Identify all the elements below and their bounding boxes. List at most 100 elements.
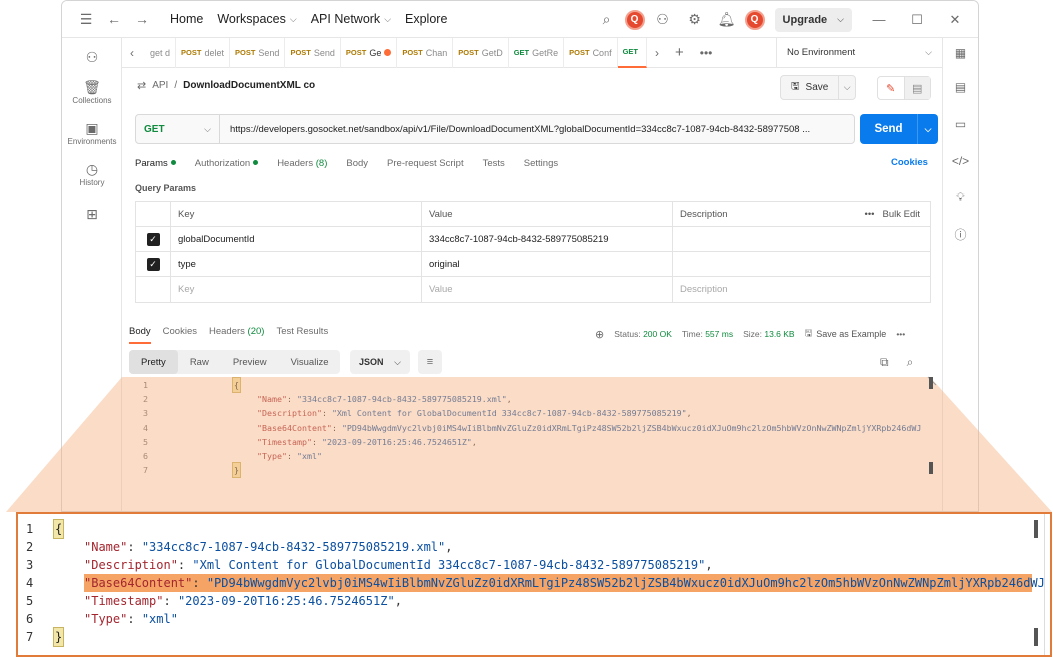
save-dropdown-chevron-icon[interactable]: ⌵ bbox=[839, 82, 855, 93]
forward-arrow-icon[interactable]: → bbox=[128, 11, 156, 27]
lightbulb-icon[interactable]: 💡︎ bbox=[943, 179, 978, 216]
param-value[interactable]: 334cc8c7-1087-94cb-8432-589775085219 bbox=[422, 227, 673, 251]
more-tabs-icon[interactable]: ••• bbox=[692, 46, 721, 60]
back-arrow-icon[interactable]: ← bbox=[100, 11, 128, 27]
globe-icon[interactable]: ⊕ bbox=[595, 328, 604, 341]
json-key: "Timestamp" bbox=[257, 436, 312, 447]
invite-user-icon[interactable]: ⚇ bbox=[649, 6, 677, 34]
explore-link[interactable]: Explore bbox=[405, 12, 447, 26]
upgrade-button[interactable]: Upgrade ⌵ bbox=[774, 7, 852, 32]
tab-pretty[interactable]: Pretty bbox=[129, 350, 178, 374]
send-button[interactable]: Send ⌵ bbox=[860, 114, 938, 144]
tab-request[interactable]: POST Send bbox=[230, 37, 286, 68]
maximize-icon[interactable]: ☐ bbox=[900, 12, 934, 28]
minimize-icon[interactable]: — bbox=[862, 12, 896, 27]
environment-quicklook-icon[interactable]: ▦ bbox=[943, 38, 978, 68]
bell-icon[interactable]: 🔔︎ bbox=[713, 6, 741, 34]
postbot-icon[interactable]: Q bbox=[624, 9, 645, 30]
format-select[interactable]: JSON ⌵ bbox=[350, 350, 410, 374]
close-icon[interactable]: ✕ bbox=[938, 12, 972, 28]
param-description[interactable] bbox=[673, 227, 930, 251]
code-icon[interactable]: </> bbox=[943, 142, 978, 179]
chevron-right-icon[interactable]: › bbox=[647, 46, 667, 60]
new-tab-plus-icon[interactable]: + bbox=[667, 44, 692, 61]
tab-request[interactable]: POST delet bbox=[176, 37, 230, 68]
json-key: "Description" bbox=[257, 408, 322, 419]
tab-test-results[interactable]: Test Results bbox=[276, 326, 328, 344]
comment-icon[interactable]: ▤ bbox=[904, 77, 930, 99]
tab-request-active[interactable]: GET bbox=[617, 37, 647, 68]
unsaved-dot-icon bbox=[384, 49, 392, 56]
key-placeholder[interactable]: Key bbox=[171, 277, 422, 302]
environment-select[interactable]: No Environment ⌵ bbox=[776, 37, 942, 68]
menu-icon[interactable]: ☰ bbox=[72, 11, 100, 28]
comments-icon[interactable]: ▭ bbox=[943, 105, 978, 142]
documentation-icon[interactable]: ▤ bbox=[943, 68, 978, 105]
size-value[interactable]: 13.6 KB bbox=[764, 329, 794, 339]
tab-response-cookies[interactable]: Cookies bbox=[163, 326, 197, 344]
gear-icon[interactable]: ⚙ bbox=[681, 6, 709, 34]
tab-prerequest[interactable]: Pre-request Script bbox=[387, 158, 464, 169]
search-icon[interactable]: ⌕ bbox=[593, 6, 621, 34]
tab-method: POST bbox=[458, 48, 479, 57]
sidebar-item-flows[interactable]: ⊞ bbox=[62, 205, 122, 223]
save-button[interactable]: 🖫 Save ⌵ bbox=[780, 75, 856, 100]
sidebar-item-team[interactable]: ⚇ bbox=[62, 48, 122, 66]
method-select[interactable]: GET ⌵ bbox=[136, 115, 220, 143]
param-key[interactable]: type bbox=[171, 252, 422, 276]
tab-request[interactable]: POST Conf bbox=[564, 37, 618, 68]
tab-visualize[interactable]: Visualize bbox=[279, 350, 341, 374]
param-value[interactable]: original bbox=[422, 252, 673, 276]
param-key[interactable]: globalDocumentId bbox=[171, 227, 422, 251]
avatar[interactable]: Q bbox=[744, 9, 765, 30]
tab-params[interactable]: Params bbox=[135, 158, 176, 169]
tab-authorization[interactable]: Authorization bbox=[195, 158, 259, 169]
tab-request[interactable]: POST GetD bbox=[453, 37, 509, 68]
time-value[interactable]: 557 ms bbox=[705, 329, 733, 339]
tab-headers[interactable]: Headers (8) bbox=[277, 158, 327, 169]
response-code-editor[interactable]: 1{ 2 "Name": "334cc8c7-1087-94cb-8432-589… bbox=[122, 376, 944, 511]
tab-raw[interactable]: Raw bbox=[178, 350, 221, 374]
row-checkbox[interactable]: ✓ bbox=[146, 232, 160, 246]
tab-response-body[interactable]: Body bbox=[129, 326, 151, 344]
copy-icon[interactable]: ⧉ bbox=[880, 355, 889, 370]
tab-request[interactable]: GET GetRe bbox=[509, 37, 565, 68]
save-as-example-button[interactable]: 🖫 Save as Example bbox=[805, 326, 887, 342]
api-network-menu[interactable]: API Network ⌵ bbox=[311, 12, 391, 26]
tab-request[interactable]: POST Chan bbox=[397, 37, 454, 68]
tab-label: Ge bbox=[369, 47, 382, 58]
pencil-icon[interactable]: ✎ bbox=[878, 77, 905, 99]
wrap-lines-icon[interactable]: ≡ bbox=[418, 350, 442, 374]
home-link[interactable]: Home bbox=[170, 12, 203, 26]
sidebar-item-collections[interactable]: 🗑︎ Collections bbox=[62, 78, 122, 105]
status-value[interactable]: 200 OK bbox=[643, 329, 672, 339]
send-dropdown-chevron-icon[interactable]: ⌵ bbox=[918, 124, 938, 135]
tab-response-headers[interactable]: Headers (20) bbox=[209, 326, 264, 344]
row-checkbox[interactable]: ✓ bbox=[146, 257, 160, 271]
tab-tests[interactable]: Tests bbox=[483, 158, 505, 169]
scrollbar-thumb[interactable] bbox=[1034, 628, 1038, 646]
tab-request[interactable]: get d bbox=[142, 37, 177, 68]
line-number: 4 bbox=[143, 422, 148, 433]
tab-body[interactable]: Body bbox=[346, 158, 368, 169]
breadcrumb-collection[interactable]: API bbox=[152, 80, 168, 91]
value-placeholder[interactable]: Value bbox=[422, 277, 673, 302]
cookies-link[interactable]: Cookies bbox=[891, 157, 928, 168]
info-icon[interactable]: ⓘ bbox=[943, 216, 978, 253]
sidebar-item-environments[interactable]: ▣ Environments bbox=[62, 119, 122, 146]
tab-settings[interactable]: Settings bbox=[524, 158, 558, 169]
request-name[interactable]: DownloadDocumentXML co bbox=[183, 80, 315, 91]
tab-request[interactable]: POST Ge bbox=[341, 37, 398, 68]
workspaces-menu[interactable]: Workspaces ⌵ bbox=[217, 12, 296, 26]
url-input[interactable]: https://developers.gosocket.net/sandbox/… bbox=[220, 124, 810, 135]
sidebar-item-history[interactable]: ◷ History bbox=[62, 160, 122, 187]
tab-preview[interactable]: Preview bbox=[221, 350, 279, 374]
description-placeholder[interactable]: Description bbox=[673, 277, 930, 302]
scrollbar-thumb[interactable] bbox=[1034, 520, 1038, 538]
param-description[interactable] bbox=[673, 252, 930, 276]
tab-request[interactable]: POST Send bbox=[285, 37, 341, 68]
chevron-left-icon[interactable]: ‹ bbox=[122, 46, 142, 60]
more-icon[interactable]: ••• bbox=[896, 329, 905, 339]
search-icon[interactable]: ⌕ bbox=[907, 355, 914, 370]
bulk-edit-button[interactable]: ••• Bulk Edit bbox=[865, 209, 920, 220]
